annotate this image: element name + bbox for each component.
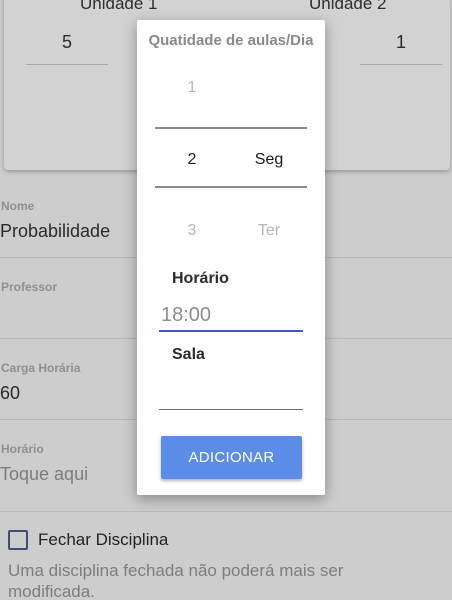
dialog-horario-input[interactable]	[159, 300, 303, 332]
adicionar-button[interactable]: ADICIONAR	[161, 436, 302, 479]
picker-number-3[interactable]: 3	[162, 222, 222, 240]
picker-selection-top-line	[155, 127, 307, 129]
horario-underline	[0, 511, 452, 512]
picker-day-ter[interactable]: Ter	[239, 222, 299, 240]
dialog-horario-label: Horário	[172, 270, 229, 287]
unit-2-value[interactable]: 1	[360, 32, 442, 53]
unit-1-underline	[26, 64, 108, 65]
nome-label: Nome	[1, 199, 35, 213]
aulas-dialog: Quatidade de aulas/Dia 1 2 Seg 3 Ter Hor…	[137, 20, 325, 495]
dialog-sala-input[interactable]	[159, 378, 303, 410]
number-day-picker[interactable]: 1 2 Seg 3 Ter	[155, 68, 307, 258]
carga-horaria-value[interactable]: 60	[0, 383, 20, 404]
nome-value[interactable]: Probabilidade	[0, 221, 110, 242]
fechar-disciplina-label: Fechar Disciplina	[38, 530, 169, 549]
picker-number-1[interactable]: 1	[162, 79, 222, 97]
carga-horaria-label: Carga Horária	[1, 361, 81, 375]
fechar-disciplina-checkbox[interactable]	[8, 530, 28, 550]
professor-label: Professor	[1, 280, 58, 294]
unit-2-underline	[360, 64, 442, 65]
unit-2-title: Unidade 2	[309, 0, 387, 13]
unit-1-value[interactable]: 5	[26, 32, 108, 53]
picker-day-selected[interactable]: Seg	[239, 151, 299, 169]
fechar-disciplina-row[interactable]: Fechar Disciplina	[8, 530, 168, 550]
horario-placeholder[interactable]: Toque aqui	[0, 464, 88, 485]
fechar-disciplina-help: Uma disciplina fechada não poderá mais s…	[8, 561, 344, 600]
picker-number-selected[interactable]: 2	[162, 151, 222, 169]
dialog-sala-label: Sala	[172, 346, 205, 363]
picker-selection-bottom-line	[155, 186, 307, 188]
unit-1-title: Unidade 1	[80, 0, 158, 13]
horario-label: Horário	[1, 442, 44, 456]
dialog-title: Quatidade de aulas/Dia	[148, 32, 314, 49]
